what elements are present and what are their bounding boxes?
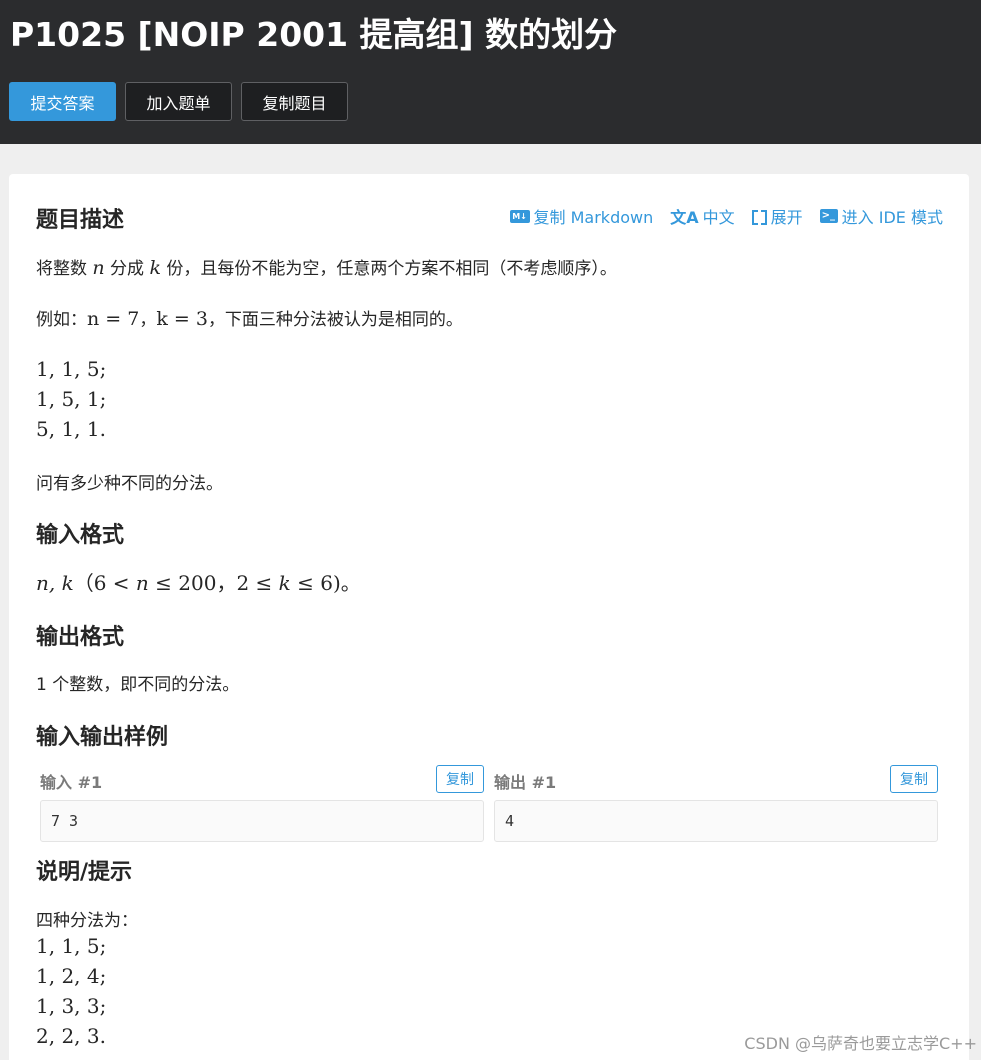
example-k: k = 3 <box>156 308 208 330</box>
example-n: n = 7 <box>87 308 140 330</box>
language-label: 中文 <box>702 208 735 227</box>
output-format-heading: 输出格式 <box>36 625 125 650</box>
example-line-1: 1, 1, 5; <box>36 357 107 381</box>
example-line-3: 5, 1, 1. <box>36 417 106 441</box>
hint-line-4: 2, 2, 3. <box>36 1024 106 1048</box>
hint-heading: 说明/提示 <box>36 860 133 885</box>
input-format-heading: 输入格式 <box>36 523 125 548</box>
submit-answer-button[interactable]: 提交答案 <box>9 82 116 121</box>
description-heading: 题目描述 <box>36 208 125 233</box>
hint-line-1: 1, 1, 5; <box>36 934 107 958</box>
terminal-icon: >_ <box>819 209 838 223</box>
input-format-text: n, k（6 < n ≤ 200，2 ≤ k ≤ 6)。 <box>36 571 361 595</box>
hint-line-3: 1, 3, 3; <box>36 994 107 1018</box>
hint-line-2: 1, 2, 4; <box>36 964 107 988</box>
add-to-list-button[interactable]: 加入题单 <box>125 82 232 121</box>
copy-markdown-label: 复制 Markdown <box>533 208 654 227</box>
example-line-2: 1, 5, 1; <box>36 387 107 411</box>
ide-mode-link[interactable]: >_ 进入 IDE 模式 <box>819 204 943 228</box>
expand-icon <box>751 209 767 225</box>
copy-problem-button[interactable]: 复制题目 <box>241 82 348 121</box>
sample-output-box[interactable]: 4 <box>494 800 938 842</box>
description-question: 问有多少种不同的分法。 <box>36 474 223 494</box>
sample-output-label: 输出 #1 <box>494 773 557 792</box>
language-link[interactable]: 文A 中文 <box>670 204 734 228</box>
problem-card: 题目描述 M↓ 复制 Markdown 文A 中文 展开 >_ 进入 IDE 模… <box>9 174 969 1060</box>
sample-input-box[interactable]: 7 3 <box>40 800 484 842</box>
samples-heading: 输入输出样例 <box>36 725 169 750</box>
markdown-icon: M↓ <box>509 209 530 223</box>
expand-label: 展开 <box>770 208 803 227</box>
translate-icon: 文A <box>670 208 699 227</box>
copy-markdown-link[interactable]: M↓ 复制 Markdown <box>509 204 654 228</box>
ide-mode-label: 进入 IDE 模式 <box>841 208 943 227</box>
description-line-2: 例如：n = 7，k = 3，下面三种分法被认为是相同的。 <box>36 308 463 330</box>
page-title: P1025 [NOIP 2001 提高组] 数的划分 <box>10 15 618 54</box>
sample-input-label: 输入 #1 <box>40 773 103 792</box>
copy-input-button[interactable]: 复制 <box>436 765 484 793</box>
output-format-text: 1 个整数，即不同的分法。 <box>36 675 240 695</box>
hint-intro: 四种分法为： <box>36 911 138 931</box>
expand-link[interactable]: 展开 <box>751 204 803 228</box>
description-line-1: 将整数 n 分成 k 份，且每份不能为空，任意两个方案不相同（不考虑顺序）。 <box>36 257 617 279</box>
problem-header: P1025 [NOIP 2001 提高组] 数的划分 提交答案 加入题单 复制题… <box>0 0 981 144</box>
watermark: CSDN @乌萨奇也要立志学C++ <box>744 1034 977 1053</box>
copy-output-button[interactable]: 复制 <box>890 765 938 793</box>
problem-toolbar: M↓ 复制 Markdown 文A 中文 展开 >_ 进入 IDE 模式 <box>509 204 943 228</box>
